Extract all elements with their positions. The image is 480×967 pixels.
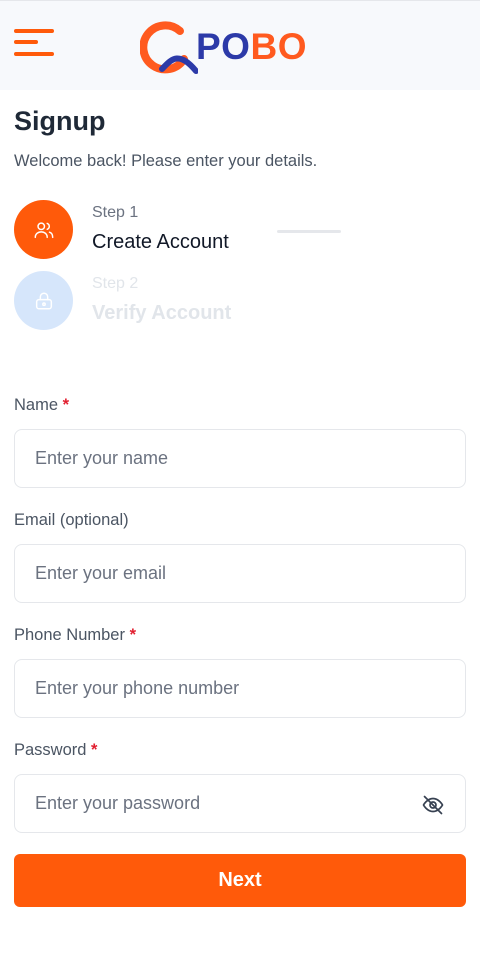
email-input[interactable]: [15, 545, 465, 602]
logo-text-po: PO: [196, 26, 251, 67]
required-mark: *: [91, 741, 98, 759]
app-header: POBO: [0, 0, 480, 90]
email-field: [14, 544, 466, 603]
phone-label-text: Phone Number: [14, 626, 125, 644]
brand-logo[interactable]: POBO: [140, 19, 307, 75]
password-label: Password *: [14, 741, 97, 760]
email-label-text: Email (optional): [14, 511, 129, 529]
email-label: Email (optional): [14, 511, 129, 530]
step-1-badge: [14, 200, 73, 259]
logo-mark-icon: [140, 21, 198, 74]
step-1-number: Step 1: [92, 204, 139, 221]
users-icon: [34, 221, 53, 238]
phone-label: Phone Number *: [14, 626, 136, 645]
step-2-name: Verify Account: [92, 302, 232, 324]
logo-text-bo: BO: [250, 26, 307, 67]
phone-field: [14, 659, 466, 718]
name-label-text: Name: [14, 396, 59, 414]
page-title: Signup: [14, 106, 106, 136]
step-2-number: Step 2: [92, 275, 139, 292]
logo-wordmark: POBO: [196, 26, 307, 68]
next-button[interactable]: Next: [14, 854, 466, 907]
hamburger-menu-icon[interactable]: [14, 27, 56, 61]
required-mark: *: [129, 626, 136, 644]
name-input[interactable]: [15, 430, 465, 487]
required-mark: *: [62, 396, 70, 414]
lock-icon: [35, 291, 52, 310]
name-label: Name *: [14, 396, 69, 415]
password-label-text: Password: [14, 741, 87, 759]
name-field: [14, 429, 466, 488]
step-create-account: Step 1 Create Account: [14, 200, 229, 259]
step-connector: [277, 230, 341, 233]
step-1-name: Create Account: [92, 231, 229, 253]
password-input[interactable]: [15, 775, 465, 832]
page-subtitle: Welcome back! Please enter your details.: [14, 152, 318, 170]
step-verify-account: Step 2 Verify Account: [14, 271, 231, 330]
password-field: [14, 774, 466, 833]
eye-off-icon[interactable]: [421, 793, 445, 817]
step-2-badge: [14, 271, 73, 330]
phone-input[interactable]: [15, 660, 465, 717]
